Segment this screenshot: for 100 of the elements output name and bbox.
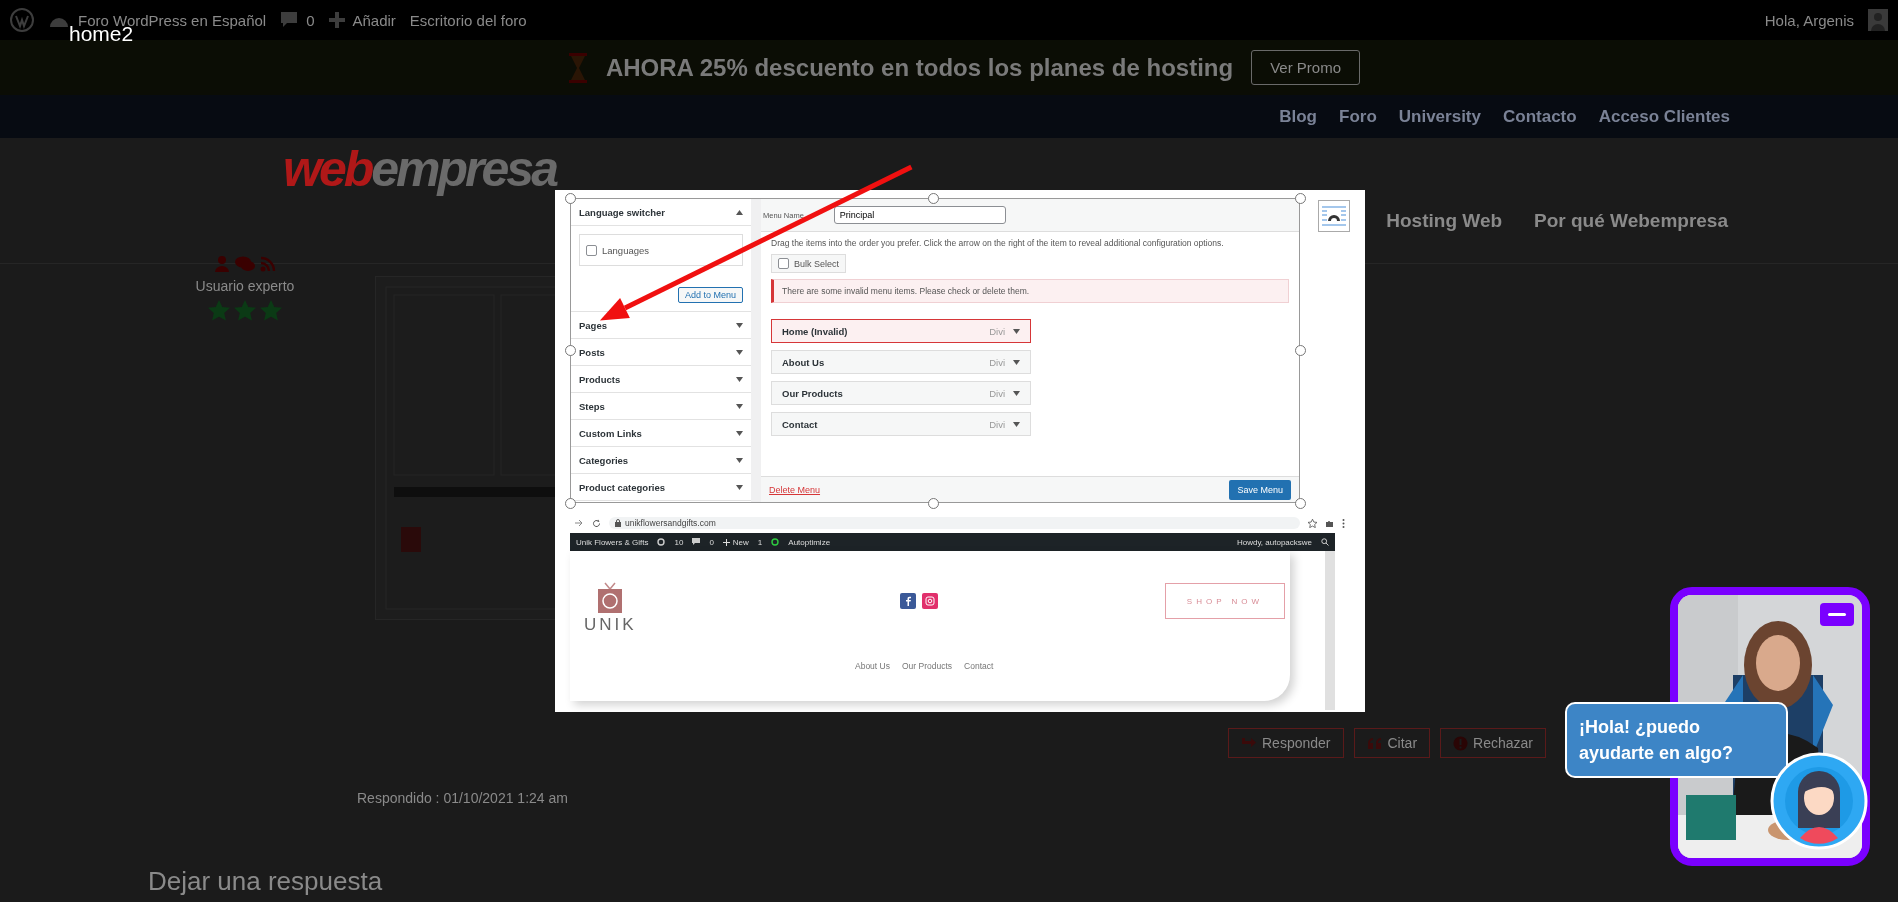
resize-handle[interactable] [928, 193, 939, 204]
dashboard-link[interactable]: Escritorio del foro [409, 11, 527, 29]
rss-icon [260, 256, 276, 272]
menu-item[interactable]: About Us Divi [771, 350, 1031, 374]
caret-icon[interactable] [736, 457, 743, 463]
site-logo[interactable]: UNIK [584, 615, 637, 635]
user-greeting[interactable]: Hola, Argenis [1764, 11, 1854, 29]
menu-item[interactable]: Home (Invalid) Divi [771, 319, 1031, 343]
bulk-select-button[interactable]: Bulk Select [771, 254, 847, 273]
plus-icon[interactable] [722, 538, 730, 546]
resize-handle[interactable] [1295, 193, 1306, 204]
gift-icon [597, 581, 624, 613]
caret-icon[interactable] [1013, 359, 1020, 365]
accordion-header[interactable]: Product categories [571, 474, 751, 501]
search-icon[interactable] [1321, 538, 1329, 546]
plugin-link[interactable]: Autoptimize [788, 537, 831, 547]
star-icon [208, 300, 230, 321]
site-menu-link[interactable]: About Us [855, 661, 890, 671]
save-menu-button[interactable]: Save Menu [1229, 479, 1291, 500]
add-new-link[interactable]: Añadir [352, 11, 396, 29]
menu-item[interactable]: Our Products Divi [771, 381, 1031, 405]
scrollbar[interactable] [1325, 551, 1335, 710]
status-icon[interactable] [771, 538, 780, 546]
caret-icon[interactable] [736, 322, 743, 328]
caret-icon[interactable] [736, 403, 743, 409]
reply-icon [1241, 736, 1257, 750]
comment-icon[interactable] [692, 538, 701, 546]
site-name-link[interactable]: Unik Flowers & Gifts [576, 537, 649, 547]
menu-item[interactable]: Contact Divi [771, 412, 1031, 436]
delete-menu-link[interactable]: Delete Menu [769, 484, 821, 495]
menu-icon[interactable] [1342, 518, 1345, 528]
menu-link[interactable]: Por qué Webempresa [1534, 210, 1728, 232]
user-rank: Usuario experto [195, 278, 295, 294]
caret-icon[interactable] [1013, 390, 1020, 396]
site-menu-link[interactable]: Contact [964, 661, 994, 671]
update-icon[interactable] [657, 538, 666, 546]
quote-button[interactable]: Citar [1353, 728, 1431, 758]
resize-handle[interactable] [1295, 498, 1306, 509]
logo[interactable]: webempresa [283, 144, 556, 194]
instagram-icon[interactable] [922, 593, 938, 609]
update-count[interactable]: 10 [674, 537, 684, 547]
add-to-menu-button[interactable]: Add to Menu [677, 287, 743, 303]
checkbox[interactable] [586, 244, 597, 256]
nav-link[interactable]: Blog [1279, 106, 1317, 127]
nav-link[interactable]: Acceso Clientes [1598, 106, 1730, 127]
nav-link[interactable]: Foro [1339, 106, 1377, 127]
menu-link[interactable]: Hosting Web [1386, 210, 1503, 232]
hourglass-icon [567, 52, 588, 83]
report-button[interactable]: Rechazar [1440, 728, 1546, 758]
new-link[interactable]: New [732, 537, 749, 547]
checkbox-label: Languages [602, 244, 650, 256]
promo-button[interactable]: Ver Promo [1251, 50, 1361, 85]
lock-icon [615, 519, 621, 527]
puzzle-icon[interactable] [1325, 518, 1334, 528]
caret-icon[interactable] [736, 209, 743, 215]
accordion-header[interactable]: Steps [571, 393, 751, 420]
promo-text: AHORA 25% descuento en todos los planes de hosting [605, 53, 1234, 82]
checkbox[interactable] [778, 258, 789, 269]
star-icon[interactable] [1308, 518, 1317, 528]
user-icon [214, 256, 230, 272]
item-count[interactable]: 1 [757, 537, 763, 547]
nav-link[interactable]: University [1398, 106, 1481, 127]
layout-options-icon[interactable] [1318, 200, 1350, 232]
comment-count[interactable]: 0 [306, 11, 315, 29]
accordion-header[interactable]: Language switcher [571, 199, 751, 226]
accordion-header[interactable]: Categories [571, 447, 751, 474]
resize-handle[interactable] [928, 498, 939, 509]
chat-icon [234, 256, 256, 272]
chat-message: ¡Hola! ¿puedo ayudarte en algo? [1565, 702, 1788, 779]
forward-icon[interactable] [575, 519, 584, 527]
star-icon [260, 300, 282, 321]
comment-count[interactable]: 0 [709, 537, 714, 547]
reply-date: Respondido : 01/10/2021 1:24 am [357, 790, 569, 806]
caret-icon[interactable] [736, 349, 743, 355]
site-menu-link[interactable]: Our Products [901, 661, 953, 671]
resize-handle[interactable] [565, 498, 576, 509]
reload-icon[interactable] [592, 518, 601, 528]
resize-handle[interactable] [565, 345, 576, 356]
instructions-text: Drag the items into the order you prefer. Click the arrow on the right of the item to reveal additional configuration options. [771, 238, 1224, 248]
resize-handle[interactable] [565, 193, 576, 204]
reply-heading: Dejar una respuesta [148, 866, 384, 897]
minimize-button[interactable] [1820, 603, 1854, 626]
accordion-header[interactable]: Products [571, 366, 751, 393]
quote-icon [1366, 736, 1383, 750]
menu-name-field[interactable]: Principal [833, 206, 1006, 224]
reply-button[interactable]: Responder [1228, 728, 1344, 758]
caret-icon[interactable] [736, 430, 743, 436]
facebook-icon[interactable] [900, 593, 916, 609]
user-greeting[interactable]: Howdy, autopackswe [1237, 537, 1312, 547]
caret-icon[interactable] [1013, 328, 1020, 334]
star-icon [234, 300, 256, 321]
accordion-header[interactable]: Custom Links [571, 420, 751, 447]
resize-handle[interactable] [1295, 345, 1306, 356]
caret-icon[interactable] [736, 376, 743, 382]
caret-icon[interactable] [736, 484, 743, 490]
avatar[interactable] [1770, 752, 1868, 850]
caret-icon[interactable] [1013, 421, 1020, 427]
error-notice: There are some invalid menu items. Please check or delete them. [771, 279, 1289, 303]
url-field[interactable]: unikflowersandgifts.com [625, 518, 716, 528]
nav-link[interactable]: Contacto [1503, 106, 1577, 127]
